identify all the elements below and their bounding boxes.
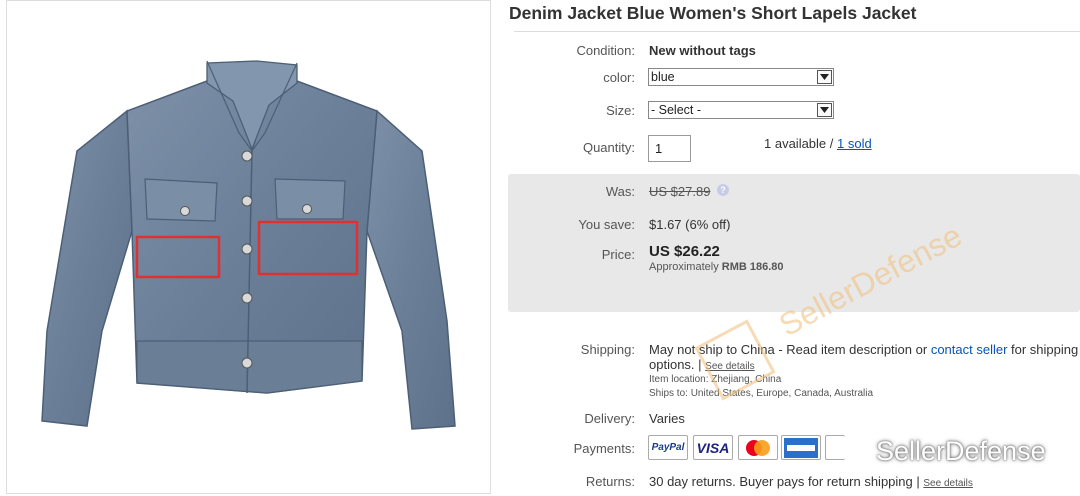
returns-info: 30 day returns. Buyer pays for return sh… <box>649 474 973 489</box>
color-label: color: <box>603 70 635 85</box>
quantity-input[interactable] <box>648 135 691 162</box>
chat-bubble-icon <box>840 439 870 463</box>
returns-label: Returns: <box>585 474 635 489</box>
paypal-logo: PayPal <box>648 435 688 460</box>
size-label: Size: <box>606 103 635 118</box>
returns-value: 30 day returns. Buyer pays for return sh… <box>649 474 920 489</box>
price-value: US $26.22 <box>649 243 720 260</box>
color-select[interactable]: blue <box>648 68 834 86</box>
mastercard-logo <box>738 435 778 460</box>
contact-seller-link[interactable]: contact seller <box>931 342 1008 357</box>
availability: 1 available / 1 sold <box>764 136 872 151</box>
bottom-watermark: SellerDefense <box>840 436 1046 467</box>
ships-to: Ships to: United States, Europe, Canada,… <box>649 388 873 399</box>
listing-title: Denim Jacket Blue Women's Short Lapels J… <box>509 3 917 23</box>
you-save-value: $1.67 (6% off) <box>649 217 731 232</box>
delivery-value: Varies <box>649 411 685 426</box>
was-label: Was: <box>605 184 635 199</box>
condition-label: Condition: <box>576 43 635 58</box>
sold-link[interactable]: 1 sold <box>837 136 872 151</box>
payments-label: Payments: <box>573 441 635 456</box>
returns-see-details-link[interactable]: See details <box>923 478 972 489</box>
price-label: Price: <box>601 247 635 262</box>
amex-logo <box>781 435 821 460</box>
approx-value: RMB 186.80 <box>721 261 784 273</box>
shipping-options-text: options. | <box>649 357 702 372</box>
available-text: 1 available / <box>764 136 837 151</box>
title-divider <box>514 31 1080 32</box>
bottom-watermark-text: SellerDefense <box>876 436 1046 466</box>
you-save-label: You save: <box>578 217 635 232</box>
was-price: US $27.89 <box>649 184 711 199</box>
chevron-down-icon[interactable] <box>817 103 832 117</box>
item-location-label: Item location: <box>649 374 709 385</box>
visa-logo: VISA <box>693 435 733 460</box>
denim-jacket-image <box>41 60 456 430</box>
chevron-down-icon[interactable] <box>817 70 832 84</box>
shipping-text-after: for shipping <box>1007 342 1079 357</box>
help-icon[interactable]: ? <box>717 184 729 196</box>
approx-price: Approximately RMB 186.80 <box>649 261 784 273</box>
shipping-label: Shipping: <box>580 342 635 357</box>
approx-prefix: Approximately <box>649 261 719 273</box>
condition-value: New without tags <box>649 43 756 58</box>
ships-to-label: Ships to: <box>649 388 688 399</box>
size-select[interactable]: - Select - <box>648 101 834 119</box>
delivery-label: Delivery: <box>584 411 635 426</box>
product-image[interactable] <box>6 0 491 494</box>
quantity-label: Quantity: <box>582 140 635 155</box>
